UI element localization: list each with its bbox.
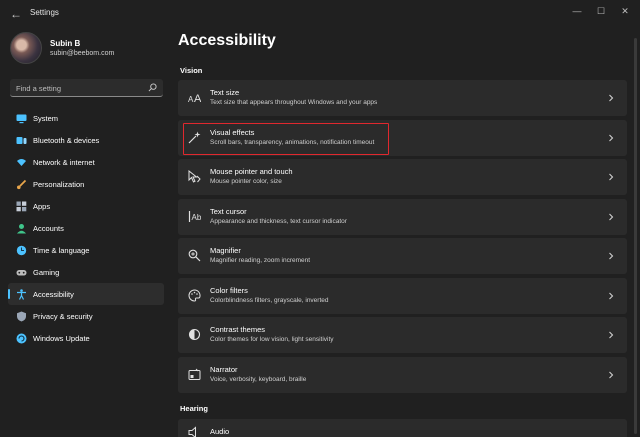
brush-icon — [16, 179, 27, 190]
setting-card-color-filters[interactable]: Color filters Colorblindness filters, gr… — [178, 278, 627, 314]
pointer-icon — [188, 170, 201, 183]
sidebar-item-apps[interactable]: Apps — [8, 195, 164, 217]
scrollbar[interactable] — [634, 38, 637, 434]
chevron-right-icon — [609, 134, 614, 142]
section-title-hearing: Hearing — [180, 404, 208, 413]
user-profile[interactable]: Subin B subin@beebom.com — [10, 32, 114, 64]
chevron-right-icon — [609, 173, 614, 181]
sidebar-item-network[interactable]: Network & internet — [8, 151, 164, 173]
card-description: Text size that appears throughout Window… — [210, 99, 378, 106]
magnifier-icon — [188, 249, 201, 262]
chevron-right-icon — [609, 371, 614, 379]
profile-email: subin@beebom.com — [50, 50, 115, 57]
update-icon — [16, 333, 27, 344]
wifi-icon — [16, 157, 27, 168]
apps-icon — [16, 201, 27, 212]
person-icon — [16, 223, 27, 234]
audio-icon — [188, 426, 201, 437]
globe-clock-icon — [16, 245, 27, 256]
card-description: Voice, verbosity, keyboard, braille — [210, 376, 307, 383]
card-description: Colorblindness filters, grayscale, inver… — [210, 297, 329, 304]
card-description: Magnifier reading, zoom increment — [210, 257, 311, 264]
card-description: Appearance and thickness, text cursor in… — [210, 218, 347, 225]
card-title: Contrast themes — [210, 325, 266, 334]
minimize-button[interactable]: — — [567, 4, 587, 18]
setting-card-contrast-themes[interactable]: Contrast themes Color themes for low vis… — [178, 317, 627, 353]
card-description: Mouse pointer color, size — [210, 178, 282, 185]
back-arrow-icon[interactable]: ← — [8, 6, 24, 22]
setting-card-text-cursor[interactable]: Ab Text cursor Appearance and thickness,… — [178, 199, 627, 235]
card-title: Narrator — [210, 365, 238, 374]
sidebar-item-privacy[interactable]: Privacy & security — [8, 305, 164, 327]
sidebar-item-label: Gaming — [33, 267, 60, 277]
shield-icon — [16, 311, 27, 322]
chevron-right-icon — [609, 331, 614, 339]
title-bar: ← Settings — ☐ ✕ — [0, 0, 640, 28]
highlight-box — [183, 123, 389, 155]
bluetooth-icon — [16, 135, 27, 146]
avatar — [10, 32, 42, 64]
setting-card-narrator[interactable]: Narrator Voice, verbosity, keyboard, bra… — [178, 357, 627, 393]
section-title-vision: Vision — [180, 66, 203, 75]
svg-text:A: A — [194, 93, 201, 104]
card-title: Color filters — [210, 286, 248, 295]
svg-text:Ab: Ab — [192, 213, 202, 222]
search-icon[interactable] — [148, 83, 157, 92]
close-button[interactable]: ✕ — [615, 4, 635, 18]
sidebar-item-windows-update[interactable]: Windows Update — [8, 327, 164, 349]
sidebar-item-time-language[interactable]: Time & language — [8, 239, 164, 261]
page-title: Accessibility — [178, 32, 276, 49]
sidebar-item-label: Accessibility — [33, 289, 74, 299]
sidebar-item-accessibility[interactable]: Accessibility — [8, 283, 164, 305]
app-title: Settings — [30, 8, 59, 17]
setting-card-audio[interactable]: Audio — [178, 419, 627, 437]
palette-icon — [188, 289, 201, 302]
card-description: Color themes for low vision, light sensi… — [210, 336, 334, 343]
setting-card-magnifier[interactable]: Magnifier Magnifier reading, zoom increm… — [178, 238, 627, 274]
card-title: Magnifier — [210, 246, 241, 255]
setting-card-text-size[interactable]: AA Text size Text size that appears thro… — [178, 80, 627, 116]
sidebar-item-label: Personalization — [33, 179, 85, 189]
search-box[interactable] — [10, 79, 163, 97]
card-title: Text size — [210, 88, 240, 97]
sidebar-item-label: System — [33, 113, 59, 123]
sidebar-item-label: Accounts — [33, 223, 64, 233]
card-title: Text cursor — [210, 207, 247, 216]
profile-name: Subin B — [50, 39, 81, 48]
narrator-icon — [188, 368, 201, 381]
card-title: Audio — [210, 427, 230, 436]
sidebar-item-label: Apps — [33, 201, 51, 211]
maximize-button[interactable]: ☐ — [591, 4, 611, 18]
sidebar-nav: System Bluetooth & devices Network & int… — [8, 107, 164, 349]
chevron-right-icon — [609, 213, 614, 221]
sidebar-item-personalization[interactable]: Personalization — [8, 173, 164, 195]
sidebar-item-system[interactable]: System — [8, 107, 164, 129]
sidebar-item-gaming[interactable]: Gaming — [8, 261, 164, 283]
text-cursor-icon: Ab — [188, 210, 201, 223]
sidebar-item-accounts[interactable]: Accounts — [8, 217, 164, 239]
sidebar-item-label: Privacy & security — [33, 311, 93, 321]
sidebar-item-label: Network & internet — [33, 157, 95, 167]
sidebar-item-label: Bluetooth & devices — [33, 135, 100, 145]
chevron-right-icon — [609, 252, 614, 260]
search-input[interactable] — [16, 82, 141, 94]
sidebar-item-bluetooth[interactable]: Bluetooth & devices — [8, 129, 164, 151]
text-size-icon: AA — [188, 91, 201, 104]
sidebar-item-label: Windows Update — [33, 333, 90, 343]
chevron-right-icon — [609, 94, 614, 102]
monitor-icon — [16, 113, 27, 124]
card-title: Mouse pointer and touch — [210, 167, 293, 176]
gamepad-icon — [16, 267, 27, 278]
accessibility-icon — [16, 288, 27, 300]
chevron-right-icon — [609, 292, 614, 300]
setting-card-mouse-pointer[interactable]: Mouse pointer and touch Mouse pointer co… — [178, 159, 627, 195]
sidebar-item-label: Time & language — [33, 245, 90, 255]
contrast-icon — [188, 328, 201, 341]
